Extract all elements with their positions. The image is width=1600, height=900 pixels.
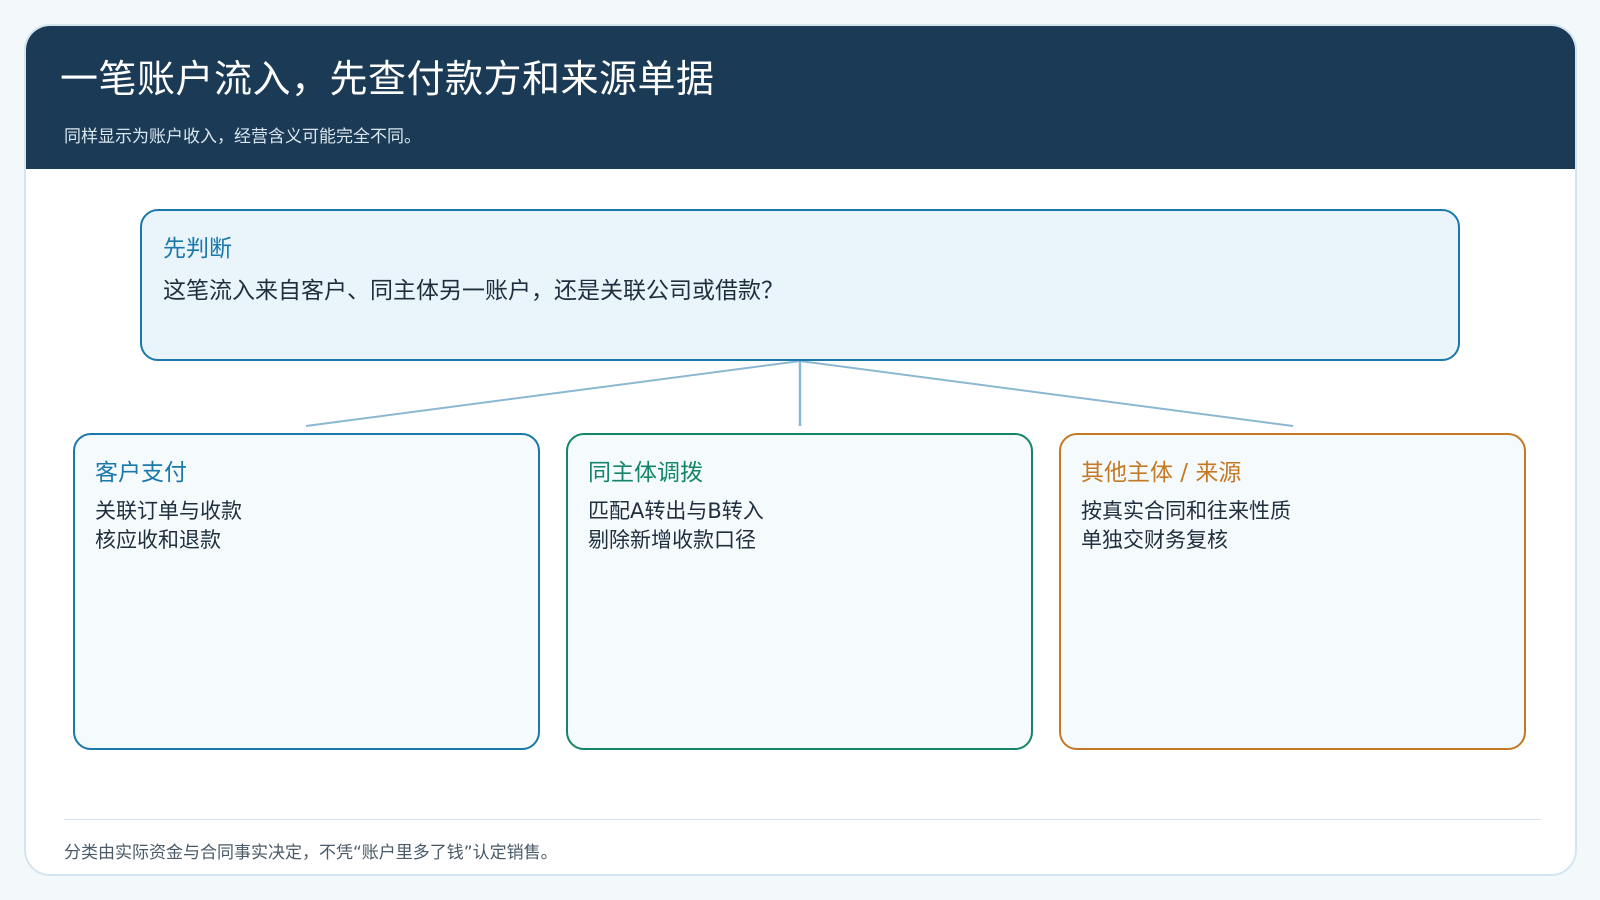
branch-line: 剔除新增收款口径 — [588, 528, 756, 552]
branch-title: 客户支付 — [95, 460, 187, 486]
branch-customer-payment: 客户支付 关联订单与收款 核应收和退款 — [73, 433, 540, 750]
branch-line: 核应收和退款 — [95, 528, 221, 552]
branch-internal-transfer: 同主体调拨 匹配A转出与B转入 剔除新增收款口径 — [566, 433, 1033, 750]
footer-divider — [64, 819, 1541, 820]
page-title: 一笔账户流入，先查付款方和来源单据 — [60, 57, 715, 101]
branch-line: 关联订单与收款 — [95, 499, 242, 523]
footer-note: 分类由实际资金与合同事实决定，不凭“账户里多了钱”认定销售。 — [64, 843, 558, 863]
branch-line: 单独交财务复核 — [1081, 528, 1228, 552]
branch-title: 同主体调拨 — [588, 460, 703, 486]
branch-line: 按真实合同和往来性质 — [1081, 499, 1291, 523]
question-text: 这笔流入来自客户、同主体另一账户，还是关联公司或借款？ — [163, 278, 784, 304]
question-box: 先判断 这笔流入来自客户、同主体另一账户，还是关联公司或借款？ — [140, 209, 1460, 361]
branch-title: 其他主体 / 来源 — [1081, 460, 1242, 486]
page-subtitle: 同样显示为账户收入，经营含义可能完全不同。 — [64, 127, 421, 147]
question-title: 先判断 — [163, 236, 232, 262]
branch-line: 匹配A转出与B转入 — [588, 499, 764, 523]
header-banner: 一笔账户流入，先查付款方和来源单据 同样显示为账户收入，经营含义可能完全不同。 — [26, 26, 1575, 169]
branch-other-source: 其他主体 / 来源 按真实合同和往来性质 单独交财务复核 — [1059, 433, 1526, 750]
